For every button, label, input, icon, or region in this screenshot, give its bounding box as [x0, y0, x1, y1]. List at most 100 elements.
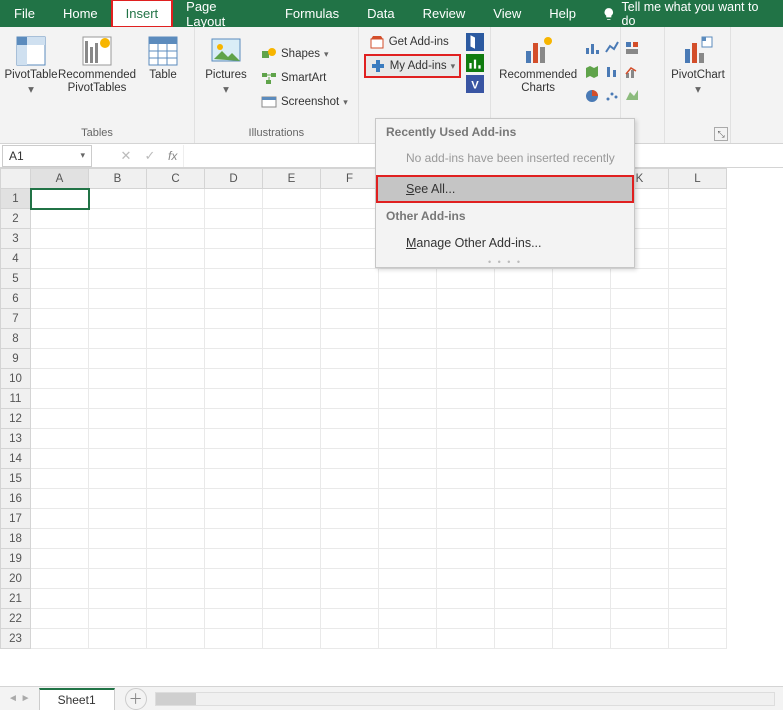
cell[interactable] — [205, 269, 263, 289]
cell[interactable] — [147, 469, 205, 489]
visio-icon[interactable]: V — [466, 75, 484, 93]
row-header[interactable]: 19 — [1, 549, 31, 569]
cell[interactable] — [205, 449, 263, 469]
pivotchart-button[interactable]: PivotChart ▾ — [671, 31, 725, 125]
table-button[interactable]: Table — [138, 31, 188, 125]
cell[interactable] — [321, 269, 379, 289]
cell[interactable] — [321, 489, 379, 509]
cell[interactable] — [437, 429, 495, 449]
cell[interactable] — [553, 269, 611, 289]
row-header[interactable]: 13 — [1, 429, 31, 449]
cell[interactable] — [263, 389, 321, 409]
cell[interactable] — [553, 349, 611, 369]
cell[interactable] — [321, 289, 379, 309]
cell[interactable] — [379, 309, 437, 329]
cell[interactable] — [611, 369, 669, 389]
select-all-corner[interactable] — [1, 169, 31, 189]
cell[interactable] — [263, 309, 321, 329]
cell[interactable] — [669, 249, 727, 269]
cell[interactable] — [495, 349, 553, 369]
row-header[interactable]: 2 — [1, 209, 31, 229]
cell[interactable] — [205, 609, 263, 629]
bar-chart-button[interactable] — [583, 37, 601, 59]
cell[interactable] — [321, 369, 379, 389]
cell[interactable] — [553, 509, 611, 529]
cell[interactable] — [263, 589, 321, 609]
cell[interactable] — [495, 269, 553, 289]
column-header[interactable]: F — [321, 169, 379, 189]
cell[interactable] — [31, 529, 89, 549]
cell[interactable] — [669, 229, 727, 249]
cell[interactable] — [31, 289, 89, 309]
cell[interactable] — [205, 209, 263, 229]
cell[interactable] — [553, 369, 611, 389]
cell[interactable] — [669, 509, 727, 529]
cell[interactable] — [379, 469, 437, 489]
cell[interactable] — [379, 509, 437, 529]
tell-me-search[interactable]: Tell me what you want to do — [590, 0, 783, 27]
cell[interactable] — [147, 269, 205, 289]
cell[interactable] — [669, 289, 727, 309]
cell[interactable] — [669, 349, 727, 369]
cell[interactable] — [669, 329, 727, 349]
tab-review[interactable]: Review — [409, 0, 480, 27]
hierarchy-chart-button[interactable] — [623, 37, 641, 59]
cell[interactable] — [437, 449, 495, 469]
cell[interactable] — [147, 429, 205, 449]
cell[interactable] — [379, 609, 437, 629]
surface-chart-button[interactable] — [623, 85, 641, 107]
cell[interactable] — [31, 329, 89, 349]
pivotchart-dialog-launcher[interactable]: ⤡ — [714, 127, 728, 141]
people-graph-icon[interactable] — [466, 54, 484, 72]
cell[interactable] — [147, 329, 205, 349]
cell[interactable] — [31, 509, 89, 529]
pictures-button[interactable]: Pictures ▾ — [201, 31, 251, 125]
tab-formulas[interactable]: Formulas — [271, 0, 353, 27]
tab-help[interactable]: Help — [535, 0, 590, 27]
cell[interactable] — [205, 289, 263, 309]
cell[interactable] — [31, 469, 89, 489]
cell[interactable] — [669, 589, 727, 609]
sheet-tab-sheet1[interactable]: Sheet1 — [39, 688, 115, 710]
tab-page-layout[interactable]: Page Layout — [172, 0, 271, 27]
cell[interactable] — [31, 629, 89, 649]
cell[interactable] — [147, 589, 205, 609]
cell[interactable] — [437, 609, 495, 629]
cell[interactable] — [321, 389, 379, 409]
cell[interactable] — [669, 369, 727, 389]
cell[interactable] — [31, 389, 89, 409]
cell[interactable] — [553, 549, 611, 569]
cell[interactable] — [89, 329, 147, 349]
cell[interactable] — [379, 589, 437, 609]
cell[interactable] — [31, 409, 89, 429]
cell[interactable] — [495, 309, 553, 329]
column-header[interactable]: B — [89, 169, 147, 189]
cell[interactable] — [321, 329, 379, 349]
cell[interactable] — [147, 369, 205, 389]
cell[interactable] — [437, 269, 495, 289]
cell[interactable] — [89, 569, 147, 589]
cell[interactable] — [89, 249, 147, 269]
cell[interactable] — [379, 629, 437, 649]
cell[interactable] — [147, 349, 205, 369]
cell[interactable] — [263, 509, 321, 529]
cell[interactable] — [205, 189, 263, 209]
cell[interactable] — [437, 309, 495, 329]
cell[interactable] — [147, 249, 205, 269]
cell[interactable] — [89, 589, 147, 609]
row-header[interactable]: 11 — [1, 389, 31, 409]
cell[interactable] — [147, 409, 205, 429]
cell[interactable] — [495, 629, 553, 649]
cell[interactable] — [495, 389, 553, 409]
cell[interactable] — [669, 409, 727, 429]
cell[interactable] — [31, 229, 89, 249]
row-header[interactable]: 18 — [1, 529, 31, 549]
cell[interactable] — [205, 349, 263, 369]
tab-home[interactable]: Home — [49, 0, 112, 27]
scatter-chart-button[interactable] — [603, 85, 621, 107]
cell[interactable] — [89, 509, 147, 529]
cell[interactable] — [379, 409, 437, 429]
cell[interactable] — [321, 449, 379, 469]
cell[interactable] — [263, 449, 321, 469]
cell[interactable] — [437, 529, 495, 549]
